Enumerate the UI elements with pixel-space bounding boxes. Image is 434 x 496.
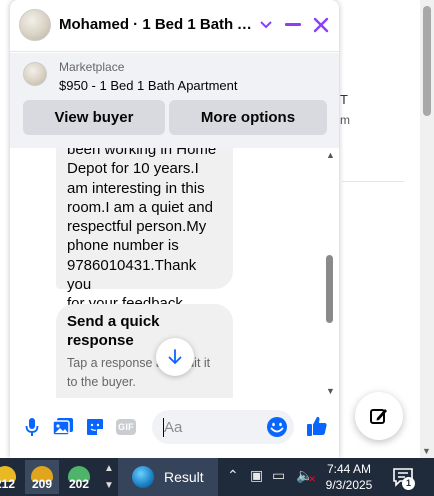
chevron-down-icon[interactable] [255, 14, 277, 36]
message-line: respectful person.My [67, 218, 207, 236]
listing-thumbnail[interactable] [23, 62, 47, 86]
clock-time: 7:44 AM [326, 462, 372, 476]
active-window-label: Result [164, 469, 204, 485]
result-app-icon [132, 466, 154, 488]
scroll-up-arrow-icon[interactable]: ▲ [326, 150, 335, 160]
gif-label: GIF [116, 419, 136, 435]
network-icon[interactable]: ▭ [272, 467, 285, 484]
photo-icon[interactable] [52, 416, 74, 438]
chevron-up-icon[interactable]: ⌃ [227, 467, 239, 484]
message-line: am interesting in this [67, 179, 205, 197]
listing-source: Marketplace [59, 60, 125, 74]
close-icon[interactable] [310, 14, 332, 36]
gif-icon[interactable]: GIF [115, 416, 137, 438]
more-options-button[interactable]: More options [169, 100, 327, 135]
chat-title[interactable]: Mohamed · 1 Bed 1 Bath A... [59, 16, 254, 33]
message-list[interactable]: been working in Home Depot for 10 years.… [10, 148, 339, 398]
text-cursor [163, 418, 164, 437]
thumbs-up-icon[interactable] [305, 414, 329, 438]
compose-message-icon [370, 409, 387, 424]
avatar[interactable] [19, 9, 51, 41]
compose-message-button[interactable] [355, 392, 403, 440]
taskbar-app-button[interactable]: 209 [25, 460, 59, 494]
volume-muted-icon[interactable]: 🔈✕ [296, 467, 321, 484]
quick-response-subtitle: Tap a response and edit it to the buyer. [67, 356, 211, 389]
message-composer: GIF [10, 399, 339, 458]
notification-count-badge: 1 [402, 477, 415, 490]
message-scrollbar[interactable]: ▲ ▼ [324, 148, 336, 398]
scroll-down-arrow-icon[interactable]: ▼ [422, 446, 431, 456]
message-line: Depot for 10 years.I [67, 160, 199, 178]
chat-header[interactable]: Mohamed · 1 Bed 1 Bath A... [10, 0, 339, 52]
quick-response-card[interactable]: Send a quick response Tap a response and… [56, 304, 233, 398]
taskbar-active-window[interactable]: Result [118, 458, 218, 496]
arrow-down-icon [168, 349, 182, 365]
listing-title[interactable]: $950 - 1 Bed 1 Bath Apartment [59, 78, 238, 93]
taskbar-app-button[interactable]: 202 [62, 460, 96, 494]
taskbar-app-button[interactable]: 212 [0, 460, 22, 494]
message-line: 9786010431.Thank you [67, 256, 197, 294]
marketplace-listing-banner: Marketplace $950 - 1 Bed 1 Bath Apartmen… [10, 53, 339, 148]
view-buyer-button[interactable]: View buyer [23, 100, 165, 135]
scroll-to-bottom-button[interactable] [156, 338, 194, 376]
chevron-up-icon[interactable]: ▲ [103, 463, 115, 474]
sticker-icon[interactable] [84, 416, 106, 438]
page-scrollbar-thumb[interactable] [423, 6, 431, 116]
taskbar-app-count: 202 [68, 477, 90, 491]
message-scrollbar-thumb[interactable] [326, 255, 333, 323]
system-clock[interactable]: 7:44 AM 9/3/2025 [322, 461, 376, 493]
message-line: phone number is [67, 237, 179, 255]
taskbar: 212 209 202 ▲ ▼ Result ⌃ ▣ ▭ 🔈✕ 7:44 AM … [0, 458, 434, 496]
microphone-icon[interactable] [21, 416, 43, 438]
taskbar-app-count: 209 [31, 477, 53, 491]
taskview-icon[interactable]: ▣ [250, 467, 263, 484]
background-text-fragment: T [340, 92, 348, 107]
clock-date: 9/3/2025 [325, 478, 373, 492]
quick-response-title: Send a quick response [67, 313, 160, 349]
emoji-icon[interactable] [266, 416, 288, 438]
minimize-icon[interactable] [282, 14, 304, 36]
page-scrollbar[interactable]: ▼ [420, 0, 434, 458]
message-line: room.I am a quiet and [67, 198, 213, 216]
background-divider [342, 181, 404, 182]
incoming-message-bubble[interactable]: been working in Home Depot for 10 years.… [56, 148, 233, 312]
message-line: been working in Home [67, 148, 217, 158]
chevron-down-icon[interactable]: ▼ [103, 480, 115, 491]
scroll-down-arrow-icon[interactable]: ▼ [326, 386, 335, 396]
taskbar-app-count: 212 [0, 477, 16, 491]
chat-window: Mohamed · 1 Bed 1 Bath A... Marketplace … [10, 0, 339, 458]
background-text-fragment: m [340, 113, 350, 127]
